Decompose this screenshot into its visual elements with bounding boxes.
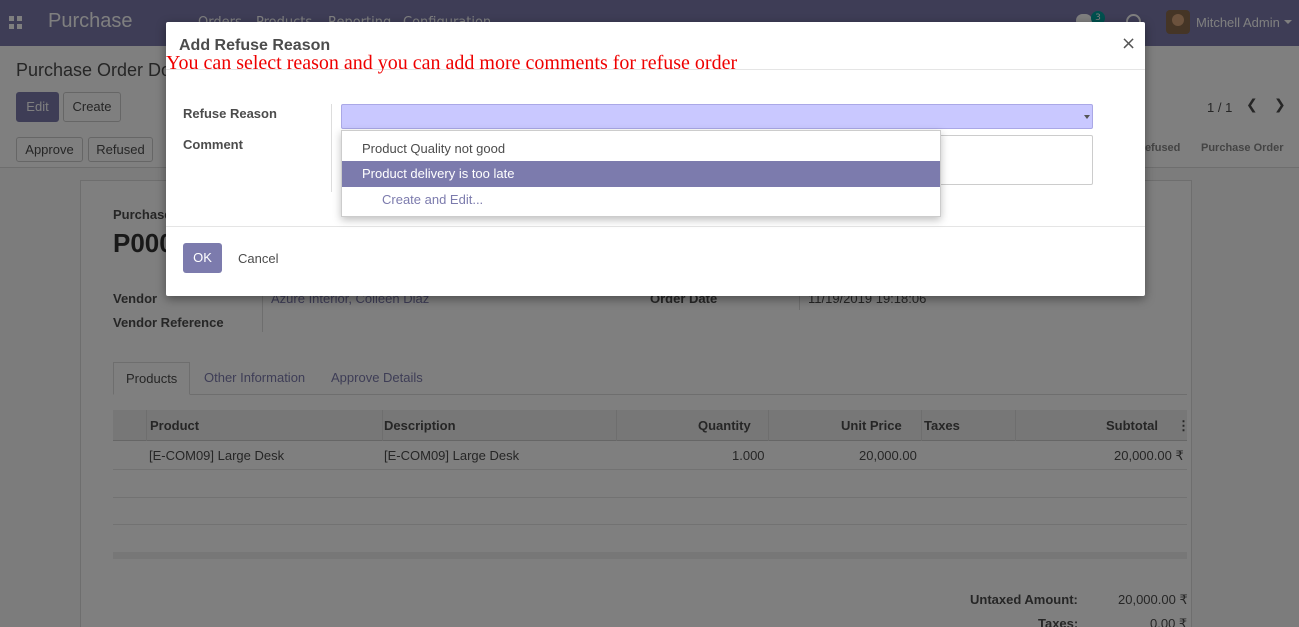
refuse-reason-label: Refuse Reason xyxy=(183,106,277,121)
chevron-down-icon[interactable] xyxy=(1084,115,1090,119)
refuse-reason-select[interactable] xyxy=(341,104,1093,129)
annotation-note: You can select reason and you can add mo… xyxy=(166,52,738,74)
close-icon[interactable]: × xyxy=(1121,33,1136,54)
create-and-edit-option[interactable]: Create and Edit... xyxy=(342,187,940,213)
option-product-quality[interactable]: Product Quality not good xyxy=(342,136,940,162)
dialog-footer-divider xyxy=(166,226,1145,227)
refuse-reason-dropdown: Product Quality not good Product deliver… xyxy=(341,130,941,217)
option-product-delivery[interactable]: Product delivery is too late xyxy=(342,161,940,187)
cancel-button[interactable]: Cancel xyxy=(238,251,278,266)
comment-label: Comment xyxy=(183,137,243,152)
form-divider xyxy=(331,104,332,192)
ok-button[interactable]: OK xyxy=(183,243,222,273)
